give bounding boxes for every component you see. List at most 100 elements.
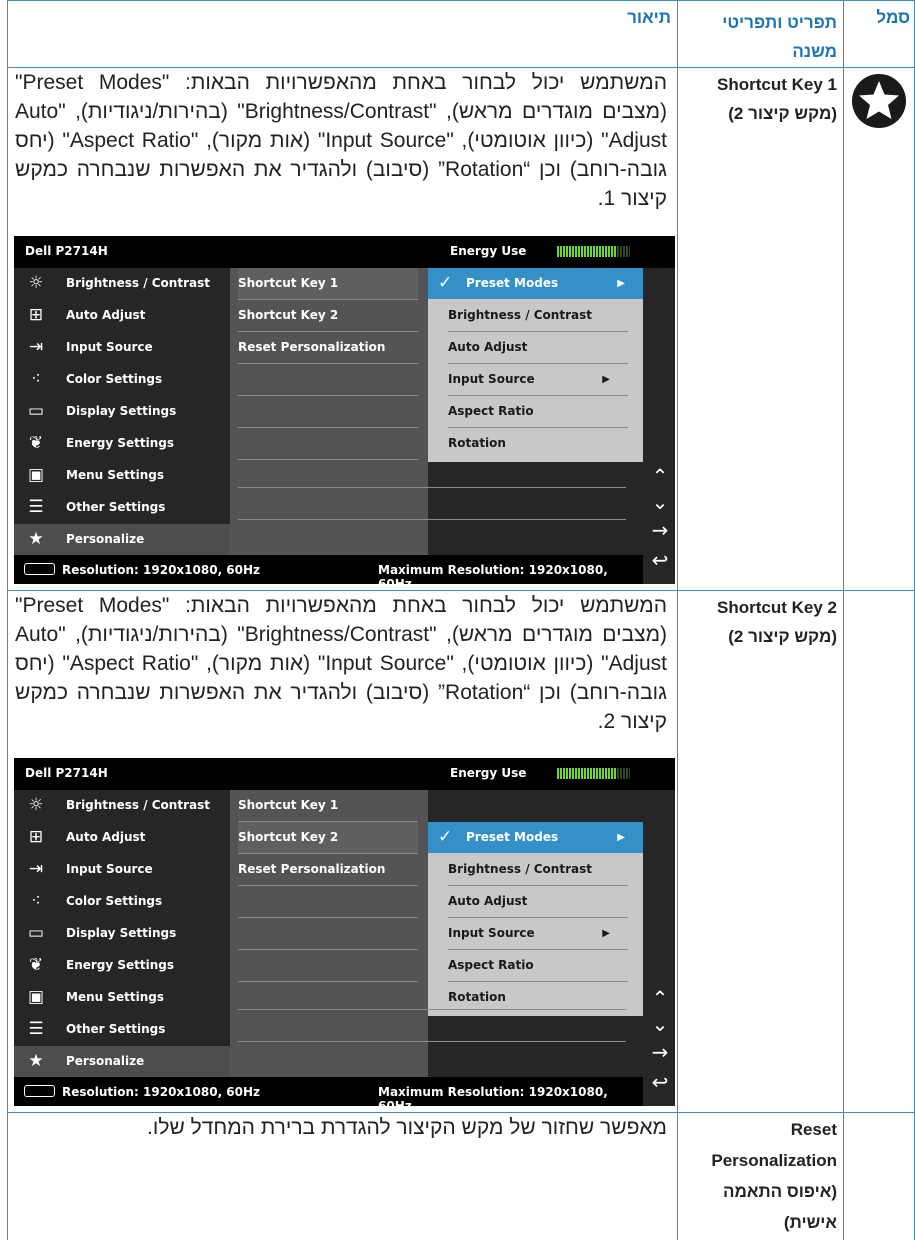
right-arrow-icon[interactable]: → (649, 518, 671, 542)
osd-submenu-shortcut-key-2[interactable]: Shortcut Key 2 (238, 300, 418, 332)
input-source-icon: ⇥ (28, 859, 44, 879)
hdmi-icon (24, 563, 55, 575)
up-arrow-icon[interactable]: ⌃ (649, 464, 671, 488)
osd-menu-input-source[interactable]: ⇥ Input Source (14, 854, 230, 885)
osd-menu-color-settings[interactable]: ⁖ Color Settings (14, 886, 230, 917)
osd-max-resolution: Maximum Resolution: 1920x1080, 60Hz (378, 563, 608, 591)
star-icon (851, 73, 907, 129)
color-settings-icon: ⁖ (31, 891, 41, 911)
brightness-icon: ☼ (28, 273, 44, 293)
osd-divider (238, 487, 626, 488)
osd-submenu: Shortcut Key 1 Shortcut Key 2 Reset Pers… (230, 790, 428, 1077)
osd-option-aspect-ratio[interactable]: Aspect Ratio (448, 950, 628, 982)
osd-options-panel: ✓ Preset Modes ▶ Brightness / Contrast Aut… (428, 822, 643, 1016)
osd-menu-menu-settings[interactable]: ▣ Menu Settings (14, 460, 230, 491)
osd-menu-color-settings[interactable]: ⁖ Color Settings (14, 364, 230, 395)
other-settings-icon: ☰ (28, 497, 44, 517)
osd-menu-other-settings[interactable]: ☰ Other Settings (14, 492, 230, 523)
header-icon: סמל (876, 8, 910, 27)
osd-menu-brightness[interactable]: ☼ Brightness / Contrast (14, 268, 230, 299)
osd-menu-personalize[interactable]: ★ Personalize (14, 524, 230, 555)
osd-energy-label: Energy Use (450, 244, 527, 258)
osd-menu-energy-settings[interactable]: ❦ Energy Settings (14, 950, 230, 981)
osd-option-input-source[interactable]: Input Source ▶ (448, 364, 628, 396)
osd-submenu-empty (238, 886, 418, 918)
osd-menu-brightness[interactable]: ☼ Brightness / Contrast (14, 790, 230, 821)
osd-option-preset-modes[interactable]: ✓ Preset Modes ▶ (428, 822, 643, 853)
osd-option-brightness[interactable]: Brightness / Contrast (448, 854, 628, 886)
setting-he-1: (איפוס התאמה (723, 1182, 837, 1201)
other-settings-icon: ☰ (28, 1019, 44, 1039)
osd-submenu-shortcut-key-1[interactable]: Shortcut Key 1 (238, 268, 418, 300)
osd-option-brightness[interactable]: Brightness / Contrast (448, 300, 628, 332)
table-border-left (7, 0, 8, 1240)
osd-submenu-empty (238, 428, 418, 460)
osd-model: Dell P2714H (25, 244, 108, 258)
energy-meter-dim (617, 768, 630, 779)
osd-menu-menu-settings[interactable]: ▣ Menu Settings (14, 982, 230, 1013)
setting-he: (מקש קיצור 2) (728, 104, 837, 123)
triangle-right-icon: ▶ (617, 278, 625, 289)
check-icon: ✓ (438, 827, 453, 847)
osd-menu-personalize[interactable]: ★ Personalize (14, 1046, 230, 1077)
triangle-right-icon: ▶ (617, 832, 625, 843)
brightness-icon: ☼ (28, 795, 44, 815)
osd-submenu-empty (238, 396, 418, 428)
table-divider-desc (677, 0, 678, 1240)
table-border-top (7, 0, 915, 1)
setting-he: (מקש קיצור 2) (728, 627, 837, 646)
down-arrow-icon[interactable]: ⌄ (649, 490, 671, 514)
table-divider-item (843, 0, 844, 1240)
down-arrow-icon[interactable]: ⌄ (649, 1012, 671, 1036)
osd-menu-display-settings[interactable]: ▭ Display Settings (14, 396, 230, 427)
color-settings-icon: ⁖ (31, 369, 41, 389)
osd-energy-label: Energy Use (450, 766, 527, 780)
osd-option-input-source[interactable]: Input Source ▶ (448, 918, 628, 950)
osd-resolution: Resolution: 1920x1080, 60Hz (62, 563, 261, 577)
osd-submenu-empty (238, 918, 418, 950)
osd-submenu-shortcut-key-1[interactable]: Shortcut Key 1 (238, 790, 418, 822)
osd-button-guide: ⌃ ⌄ → ↩ (643, 268, 675, 584)
osd-option-preset-modes[interactable]: ✓ Preset Modes ▶ (428, 268, 643, 299)
osd-submenu-shortcut-key-2[interactable]: Shortcut Key 2 (238, 822, 418, 854)
osd-menu-input-source[interactable]: ⇥ Input Source (14, 332, 230, 363)
osd-status-bar: Resolution: 1920x1080, 60Hz Maximum Reso… (14, 555, 643, 591)
display-settings-icon: ▭ (27, 923, 45, 943)
osd-menu-other-settings[interactable]: ☰ Other Settings (14, 1014, 230, 1045)
osd-option-rotation[interactable]: Rotation (448, 428, 628, 459)
input-source-icon: ⇥ (28, 337, 44, 357)
back-icon[interactable]: ↩ (649, 1070, 671, 1094)
osd-main-menu: ☼ Brightness / Contrast ⊞ Auto Adjust ⇥ Inp… (14, 790, 230, 1077)
osd-option-auto-adjust[interactable]: Auto Adjust (448, 886, 628, 918)
osd-menu-display-settings[interactable]: ▭ Display Settings (14, 918, 230, 949)
osd-menu-energy-settings[interactable]: ❦ Energy Settings (14, 428, 230, 459)
setting-en-2: Personalization (711, 1151, 837, 1170)
osd-submenu: Shortcut Key 1 Shortcut Key 2 Reset Pers… (230, 268, 428, 555)
osd-menu-auto-adjust[interactable]: ⊞ Auto Adjust (14, 822, 230, 853)
osd-divider (238, 519, 626, 520)
star-icon: ★ (28, 529, 44, 549)
osd-button-guide: ⌃ ⌄ → ↩ (643, 790, 675, 1106)
osd-submenu-reset[interactable]: Reset Personalization (238, 332, 418, 364)
setting-reset-personalization: Reset Personalization (איפוס התאמה אישית… (683, 1114, 837, 1238)
auto-adjust-icon: ⊞ (28, 827, 44, 847)
osd-menu-auto-adjust[interactable]: ⊞ Auto Adjust (14, 300, 230, 331)
osd-option-auto-adjust[interactable]: Auto Adjust (448, 332, 628, 364)
energy-settings-icon: ❦ (28, 955, 44, 975)
osd-divider (238, 1009, 626, 1010)
setting-en-1: Reset (790, 1120, 837, 1139)
setting-en: Shortcut Key 1 (717, 75, 837, 94)
osd-titlebar: Dell P2714H Energy Use (14, 758, 675, 790)
osd-submenu-reset[interactable]: Reset Personalization (238, 854, 418, 886)
description-shortcut-key-2: המשתמש יכול לבחור באחת מהאפשרויות הבאות:… (15, 594, 668, 733)
header-item: תפריט ותפריטי משנה (683, 8, 837, 66)
up-arrow-icon[interactable]: ⌃ (649, 986, 671, 1010)
osd-model: Dell P2714H (25, 766, 108, 780)
osd-status-bar: Resolution: 1920x1080, 60Hz Maximum Reso… (14, 1077, 643, 1113)
back-icon[interactable]: ↩ (649, 548, 671, 572)
menu-settings-icon: ▣ (27, 987, 45, 1007)
energy-settings-icon: ❦ (28, 433, 44, 453)
right-arrow-icon[interactable]: → (649, 1040, 671, 1064)
osd-option-aspect-ratio[interactable]: Aspect Ratio (448, 396, 628, 428)
osd-submenu-empty (238, 364, 418, 396)
